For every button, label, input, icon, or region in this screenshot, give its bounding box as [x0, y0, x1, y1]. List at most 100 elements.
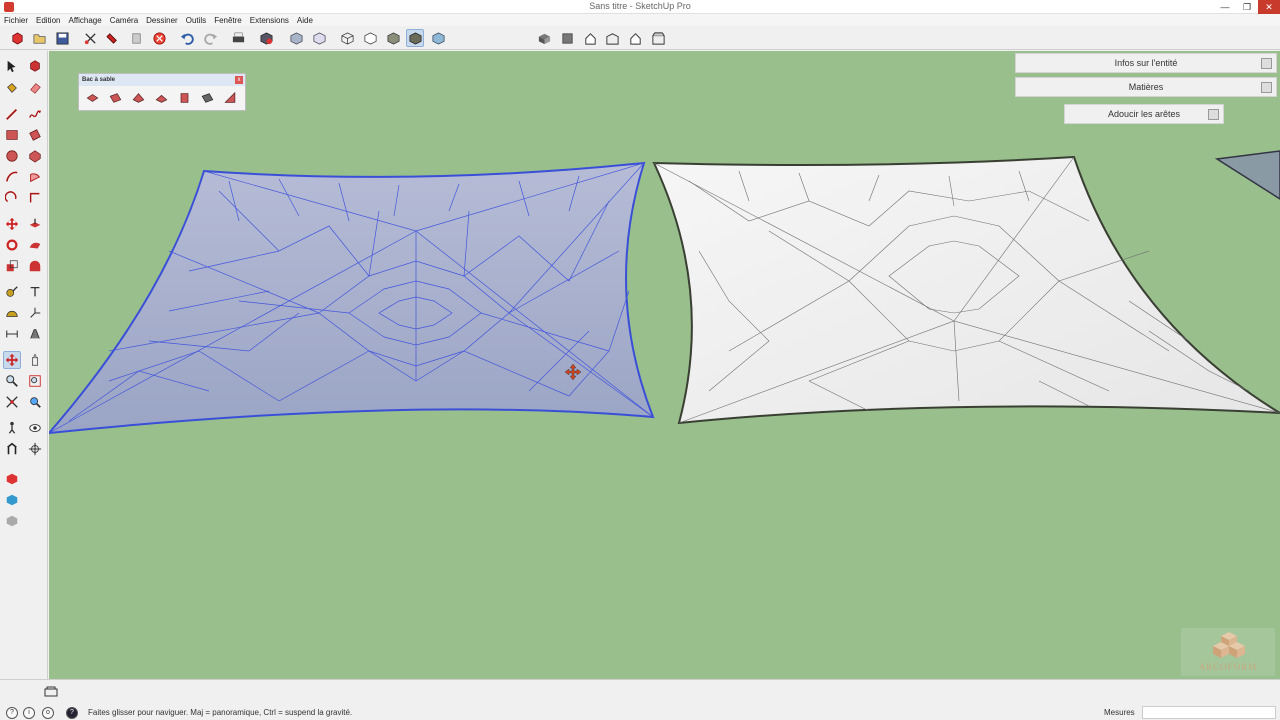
expand-icon[interactable] — [1261, 58, 1272, 69]
erase-icon[interactable] — [150, 29, 168, 47]
save-icon[interactable] — [53, 29, 71, 47]
soften-edges-panel[interactable]: Adoucir les arêtes — [1064, 104, 1224, 124]
3d-text-icon[interactable] — [26, 325, 44, 343]
menu-dessiner[interactable]: Dessiner — [146, 16, 178, 25]
protractor-icon[interactable] — [3, 304, 21, 322]
components-icon[interactable] — [8, 29, 26, 47]
menu-outils[interactable]: Outils — [186, 16, 206, 25]
sandbox-from-contours-icon[interactable] — [83, 90, 101, 106]
warehouse-icon[interactable] — [3, 470, 21, 488]
position-camera-icon[interactable] — [3, 440, 21, 458]
left-view-icon[interactable] — [649, 29, 667, 47]
two-point-arc-icon[interactable] — [26, 189, 44, 207]
drape-icon[interactable] — [175, 90, 193, 106]
select-icon[interactable] — [3, 57, 21, 75]
sandbox-floating-toolbar[interactable]: Bac à sable x — [78, 73, 246, 111]
help-icon[interactable]: ? — [66, 707, 78, 719]
menu-camera[interactable]: Caméra — [110, 16, 138, 25]
partial-mesh-edge[interactable] — [1214, 150, 1280, 200]
back-edges-icon[interactable] — [310, 29, 328, 47]
text-icon[interactable] — [26, 283, 44, 301]
stamp-icon[interactable] — [152, 90, 170, 106]
axes-icon[interactable] — [26, 304, 44, 322]
top-view-icon[interactable] — [558, 29, 576, 47]
expand-icon[interactable] — [1208, 109, 1219, 120]
maximize-button[interactable]: ❐ — [1236, 0, 1258, 14]
materials-panel[interactable]: Matières — [1015, 77, 1277, 97]
smoove-icon[interactable] — [129, 90, 147, 106]
shaded-icon[interactable] — [384, 29, 402, 47]
hidden-line-icon[interactable] — [361, 29, 379, 47]
freehand-icon[interactable] — [26, 105, 44, 123]
entity-info-panel[interactable]: Infos sur l'entité — [1015, 53, 1277, 73]
wireframe-icon[interactable] — [338, 29, 356, 47]
terrain-mesh[interactable] — [652, 155, 1280, 425]
scenes-icon[interactable] — [44, 686, 58, 698]
tape-measure-icon[interactable] — [3, 283, 21, 301]
make-component-icon[interactable] — [26, 57, 44, 75]
minimize-button[interactable]: — — [1214, 0, 1236, 14]
look-around-icon[interactable] — [26, 419, 44, 437]
previous-view-icon[interactable] — [26, 393, 44, 411]
pan-icon[interactable] — [26, 351, 44, 369]
flip-edge-icon[interactable] — [221, 90, 239, 106]
iso-view-icon[interactable] — [535, 29, 553, 47]
circle-icon[interactable] — [3, 147, 21, 165]
section-plane-icon[interactable] — [26, 440, 44, 458]
add-detail-icon[interactable] — [198, 90, 216, 106]
geo-location-icon[interactable]: ? — [6, 707, 18, 719]
extension-warehouse-icon[interactable] — [3, 491, 21, 509]
line-icon[interactable] — [3, 105, 21, 123]
menu-fenetre[interactable]: Fenêtre — [214, 16, 242, 25]
menu-affichage[interactable]: Affichage — [68, 16, 101, 25]
eraser-icon[interactable] — [26, 79, 44, 97]
zoom-extents-icon[interactable] — [3, 393, 21, 411]
expand-icon[interactable] — [1261, 82, 1272, 93]
model-info-icon[interactable] — [257, 29, 275, 47]
zoom-window-icon[interactable] — [26, 372, 44, 390]
pie-icon[interactable] — [26, 168, 44, 186]
dimension-icon[interactable] — [3, 325, 21, 343]
monochrome-icon[interactable] — [429, 29, 447, 47]
sandbox-from-scratch-icon[interactable] — [106, 90, 124, 106]
push-pull-icon[interactable] — [26, 215, 44, 233]
3d-viewport[interactable] — [49, 51, 1280, 679]
print-icon[interactable] — [229, 29, 247, 47]
open-icon[interactable] — [30, 29, 48, 47]
back-view-icon[interactable] — [626, 29, 644, 47]
copy-icon[interactable] — [127, 29, 145, 47]
rectangle-icon[interactable] — [3, 126, 21, 144]
three-point-arc-icon[interactable] — [3, 189, 21, 207]
right-view-icon[interactable] — [603, 29, 621, 47]
measurements-input[interactable] — [1142, 706, 1276, 719]
credits-icon[interactable]: i — [23, 707, 35, 719]
paint-icon[interactable] — [104, 29, 122, 47]
follow-me-icon[interactable] — [26, 236, 44, 254]
redo-icon[interactable] — [201, 29, 219, 47]
scale-icon[interactable] — [3, 257, 21, 275]
menu-aide[interactable]: Aide — [297, 16, 313, 25]
rotate-icon[interactable] — [3, 236, 21, 254]
close-button[interactable]: ✕ — [1258, 0, 1280, 14]
menu-edition[interactable]: Edition — [36, 16, 60, 25]
offset-icon[interactable] — [26, 257, 44, 275]
xray-icon[interactable] — [287, 29, 305, 47]
sandbox-toolbar-close-button[interactable]: x — [235, 76, 243, 84]
undo-icon[interactable] — [178, 29, 196, 47]
zoom-icon[interactable] — [3, 372, 21, 390]
orbit-icon[interactable] — [3, 351, 21, 369]
cut-icon[interactable] — [81, 29, 99, 47]
menu-fichier[interactable]: Fichier — [4, 16, 28, 25]
scene-canvas[interactable] — [49, 51, 1280, 679]
paint-bucket-icon[interactable] — [3, 79, 21, 97]
user-icon[interactable]: o — [42, 707, 54, 719]
front-view-icon[interactable] — [581, 29, 599, 47]
menu-extensions[interactable]: Extensions — [250, 16, 289, 25]
arc-icon[interactable] — [3, 168, 21, 186]
walk-icon[interactable] — [3, 419, 21, 437]
selected-terrain-mesh[interactable] — [49, 161, 655, 435]
move-icon[interactable] — [3, 215, 21, 233]
rotated-rectangle-icon[interactable] — [26, 126, 44, 144]
layout-icon[interactable] — [3, 512, 21, 530]
shaded-textures-icon[interactable] — [406, 29, 424, 47]
